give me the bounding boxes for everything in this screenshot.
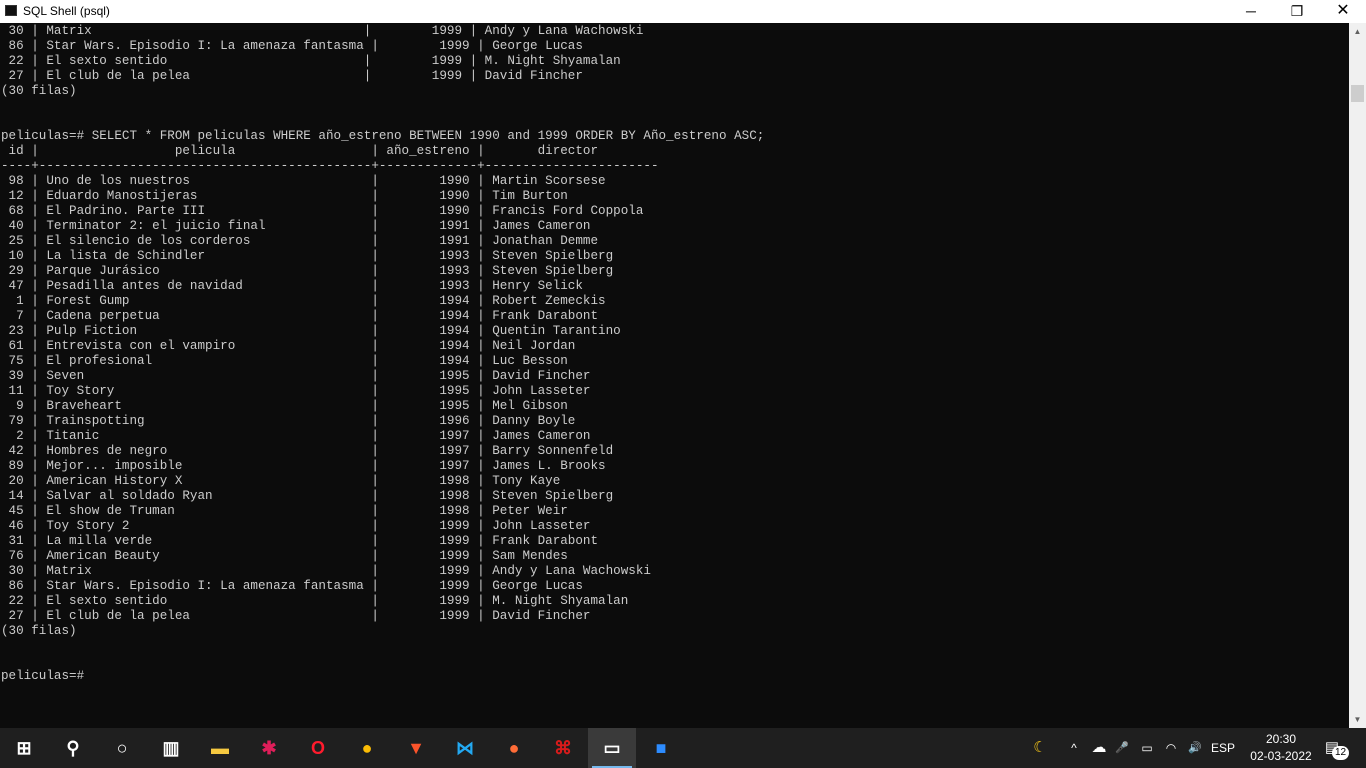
taskbar-cortana-button[interactable]: ○ [98, 728, 146, 768]
taskbar-acrobat-button[interactable]: ⌘ [539, 728, 587, 768]
vertical-scrollbar[interactable]: ▲ ▼ [1349, 23, 1366, 728]
notification-count-badge: 12 [1332, 746, 1349, 760]
console-line: (30 filas) [1, 624, 77, 638]
terminal-app-icon [5, 5, 17, 16]
postman-icon: ● [508, 738, 520, 758]
console-line: 86 | Star Wars. Episodio I: La amenaza f… [1, 579, 583, 593]
search-icon: ⚲ [66, 738, 80, 758]
window-title: SQL Shell (psql) [23, 4, 110, 18]
task-view-icon: ▥ [162, 738, 180, 758]
console-line: 14 | Salvar al soldado Ryan | 1998 | Ste… [1, 489, 614, 503]
clock-time: 20:30 [1265, 732, 1297, 746]
console-line: 20 | American History X | 1998 | Tony Ka… [1, 474, 561, 488]
console-line: 45 | El show de Truman | 1998 | Peter We… [1, 504, 568, 518]
console-line: 79 | Trainspotting | 1996 | Danny Boyle [1, 414, 576, 428]
console-line: 76 | American Beauty | 1999 | Sam Mendes [1, 549, 568, 563]
cortana-icon: ○ [116, 738, 128, 758]
brave-icon: ▼ [407, 738, 425, 758]
title-bar: SQL Shell (psql) ─ ❐ ✕ [0, 0, 1366, 23]
taskbar-task-view-button[interactable]: ▥ [147, 728, 195, 768]
console-line: 10 | La lista de Schindler | 1993 | Stev… [1, 249, 614, 263]
taskbar-search-button[interactable]: ⚲ [49, 728, 97, 768]
console-line: 42 | Hombres de negro | 1997 | Barry Son… [1, 444, 614, 458]
console-output[interactable]: 30 | Matrix | 1999 | Andy y Lana Wachows… [0, 23, 1349, 728]
taskbar-postman-button[interactable]: ● [490, 728, 538, 768]
chrome-icon: ● [361, 738, 373, 758]
console-line: 39 | Seven | 1995 | David Fincher [1, 369, 591, 383]
console-line: 9 | Braveheart | 1995 | Mel Gibson [1, 399, 568, 413]
tray-chevron-icon[interactable]: ^ [1064, 728, 1084, 768]
console-line: 11 | Toy Story | 1995 | John Lasseter [1, 384, 591, 398]
console-line: 27 | El club de la pelea | 1999 | David … [1, 609, 591, 623]
console-line: 27 | El club de la pelea | 1999 | David … [1, 69, 583, 83]
console-line: peliculas=# SELECT * FROM peliculas WHER… [1, 129, 765, 143]
clock-date: 02-03-2022 [1250, 749, 1312, 763]
taskbar-sql-shell-button[interactable]: ▭ [588, 728, 636, 768]
console-line: id | pelicula | año_estreno | director [1, 144, 599, 158]
console-line: 47 | Pesadilla antes de navidad | 1993 |… [1, 279, 583, 293]
language-indicator[interactable]: ESP [1208, 728, 1238, 768]
close-button[interactable]: ✕ [1320, 0, 1366, 23]
taskbar-chrome-button[interactable]: ● [343, 728, 391, 768]
file-explorer-icon: ▬ [211, 738, 229, 758]
night-light-icon[interactable]: ☾ [1028, 728, 1052, 768]
taskbar-vscode-button[interactable]: ⋈ [441, 728, 489, 768]
taskbar-start-button[interactable]: ⊞ [0, 728, 48, 768]
console-line: 98 | Uno de los nuestros | 1990 | Martin… [1, 174, 606, 188]
volume-icon[interactable]: 🔊 [1184, 728, 1206, 768]
microphone-icon[interactable]: 🎤 [1112, 728, 1132, 768]
clock[interactable]: 20:30 02-03-2022 [1246, 728, 1316, 768]
console-line: 7 | Cadena perpetua | 1994 | Frank Darab… [1, 309, 599, 323]
minimize-button[interactable]: ─ [1228, 0, 1274, 23]
taskbar-zoom-button[interactable]: ■ [637, 728, 685, 768]
taskbar-opera-button[interactable]: O [294, 728, 342, 768]
console-line: (30 filas) [1, 84, 77, 98]
console-line: 12 | Eduardo Manostijeras | 1990 | Tim B… [1, 189, 568, 203]
console-line: 29 | Parque Jurásico | 1993 | Steven Spi… [1, 264, 614, 278]
taskbar-slack-button[interactable]: ✱ [245, 728, 293, 768]
console-line: ----+-----------------------------------… [1, 159, 659, 173]
console-line: 30 | Matrix | 1999 | Andy y Lana Wachows… [1, 24, 644, 38]
taskbar-brave-button[interactable]: ▼ [392, 728, 440, 768]
scroll-down-arrow-icon[interactable]: ▼ [1349, 711, 1366, 728]
taskbar-file-explorer-button[interactable]: ▬ [196, 728, 244, 768]
onedrive-cloud-icon[interactable]: ☁ [1088, 728, 1110, 768]
start-icon: ⊞ [16, 738, 32, 758]
acrobat-icon: ⌘ [554, 738, 572, 758]
console-line: 31 | La milla verde | 1999 | Frank Darab… [1, 534, 599, 548]
vscode-icon: ⋈ [456, 738, 474, 758]
console-line: 25 | El silencio de los corderos | 1991 … [1, 234, 599, 248]
battery-icon[interactable]: ▭ [1136, 728, 1158, 768]
console-line: 46 | Toy Story 2 | 1999 | John Lasseter [1, 519, 591, 533]
console-line: 61 | Entrevista con el vampiro | 1994 | … [1, 339, 576, 353]
console-line: 75 | El profesional | 1994 | Luc Besson [1, 354, 568, 368]
slack-icon: ✱ [261, 738, 277, 758]
console-line: 40 | Terminator 2: el juicio final | 199… [1, 219, 591, 233]
console-line: 30 | Matrix | 1999 | Andy y Lana Wachows… [1, 564, 651, 578]
maximize-button[interactable]: ❐ [1274, 0, 1320, 23]
sql-shell-icon: ▭ [603, 738, 621, 758]
console-line: 1 | Forest Gump | 1994 | Robert Zemeckis [1, 294, 606, 308]
console-line: 22 | El sexto sentido | 1999 | M. Night … [1, 54, 621, 68]
scroll-thumb[interactable] [1351, 85, 1364, 102]
console-line: peliculas=# [1, 669, 85, 683]
console-line: 68 | El Padrino. Parte III | 1990 | Fran… [1, 204, 644, 218]
zoom-icon: ■ [655, 738, 667, 758]
console-line: 22 | El sexto sentido | 1999 | M. Night … [1, 594, 629, 608]
scroll-up-arrow-icon[interactable]: ▲ [1349, 23, 1366, 40]
console-line: 2 | Titanic | 1997 | James Cameron [1, 429, 591, 443]
console-line: 23 | Pulp Fiction | 1994 | Quentin Taran… [1, 324, 621, 338]
console-line: 86 | Star Wars. Episodio I: La amenaza f… [1, 39, 583, 53]
opera-icon: O [310, 738, 325, 758]
wifi-icon[interactable]: ◠ [1160, 728, 1182, 768]
taskbar: ⊞ ⚲ ○ ▥ ▬ ✱ O ● ▼ ⋈ ● ⌘ ▭ ■ ☾ ^ ☁ 🎤 ▭ ◠ 🔊 ESP 20:30 0… [0, 728, 1366, 768]
console-line: 89 | Mejor... imposible | 1997 | James L… [1, 459, 606, 473]
